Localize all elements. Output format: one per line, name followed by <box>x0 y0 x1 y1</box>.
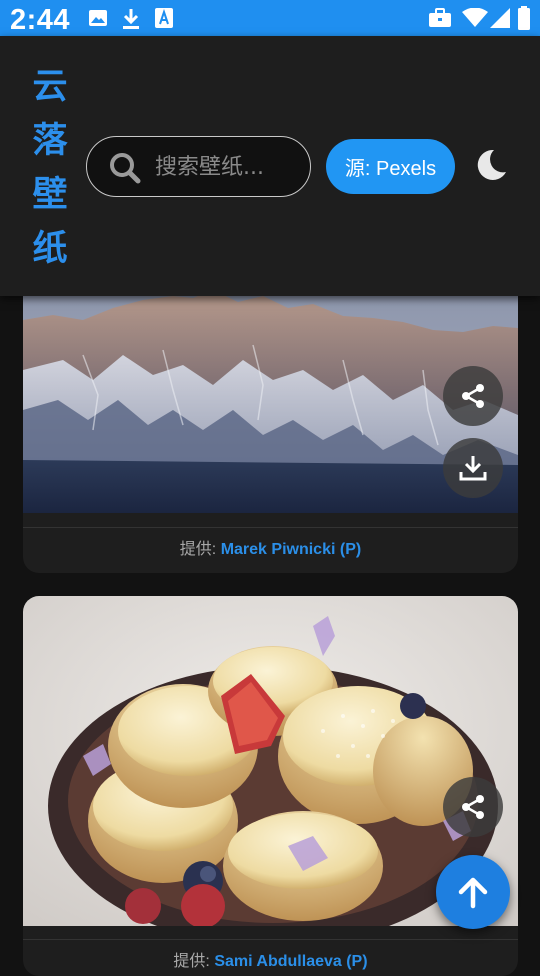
share-button[interactable] <box>443 366 503 426</box>
wallpaper-card[interactable]: 提供: Marek Piwnicki (P) <box>23 260 518 573</box>
author-link[interactable]: Sami Abdullaeva (P) <box>214 953 367 970</box>
arrow-up-icon <box>458 877 488 909</box>
share-button[interactable] <box>443 777 503 837</box>
app-title-char: 壁 <box>32 175 68 215</box>
image-icon <box>89 10 107 26</box>
download-button[interactable] <box>443 438 503 498</box>
credit-prefix: 提供: <box>173 953 210 970</box>
author-link[interactable]: Marek Piwnicki (P) <box>221 541 362 558</box>
moon-icon[interactable] <box>474 148 508 182</box>
share-icon <box>462 795 484 819</box>
app-title: 云 落 壁 纸 <box>30 60 70 276</box>
battery-icon <box>518 6 530 30</box>
source-select-button[interactable]: 源: Pexels <box>326 139 455 194</box>
wifi-icon <box>462 8 488 27</box>
download-icon <box>123 9 139 29</box>
credit-prefix: 提供: <box>179 541 217 558</box>
search-box[interactable] <box>86 136 311 197</box>
scroll-top-button[interactable] <box>436 855 510 929</box>
app-title-char: 纸 <box>32 229 68 269</box>
share-icon <box>462 384 484 408</box>
photo-credit: 提供: Sami Abdullaeva (P) <box>23 939 518 976</box>
photo-credit: 提供: Marek Piwnicki (P) <box>23 527 518 573</box>
signal-icon <box>490 8 510 28</box>
search-input[interactable] <box>155 149 295 185</box>
app-title-char: 云 <box>32 67 68 107</box>
app-header: 云 落 壁 纸 源: Pexels <box>0 36 540 296</box>
wallpaper-card[interactable]: 提供: Sami Abdullaeva (P) <box>23 596 518 976</box>
app-title-char: 落 <box>32 121 68 161</box>
download-icon <box>459 456 487 481</box>
briefcase-icon <box>429 8 451 27</box>
status-time: 2:44 <box>10 4 71 36</box>
status-bar: 2:44 <box>0 0 540 36</box>
font-icon <box>155 8 173 28</box>
search-icon <box>110 153 141 184</box>
